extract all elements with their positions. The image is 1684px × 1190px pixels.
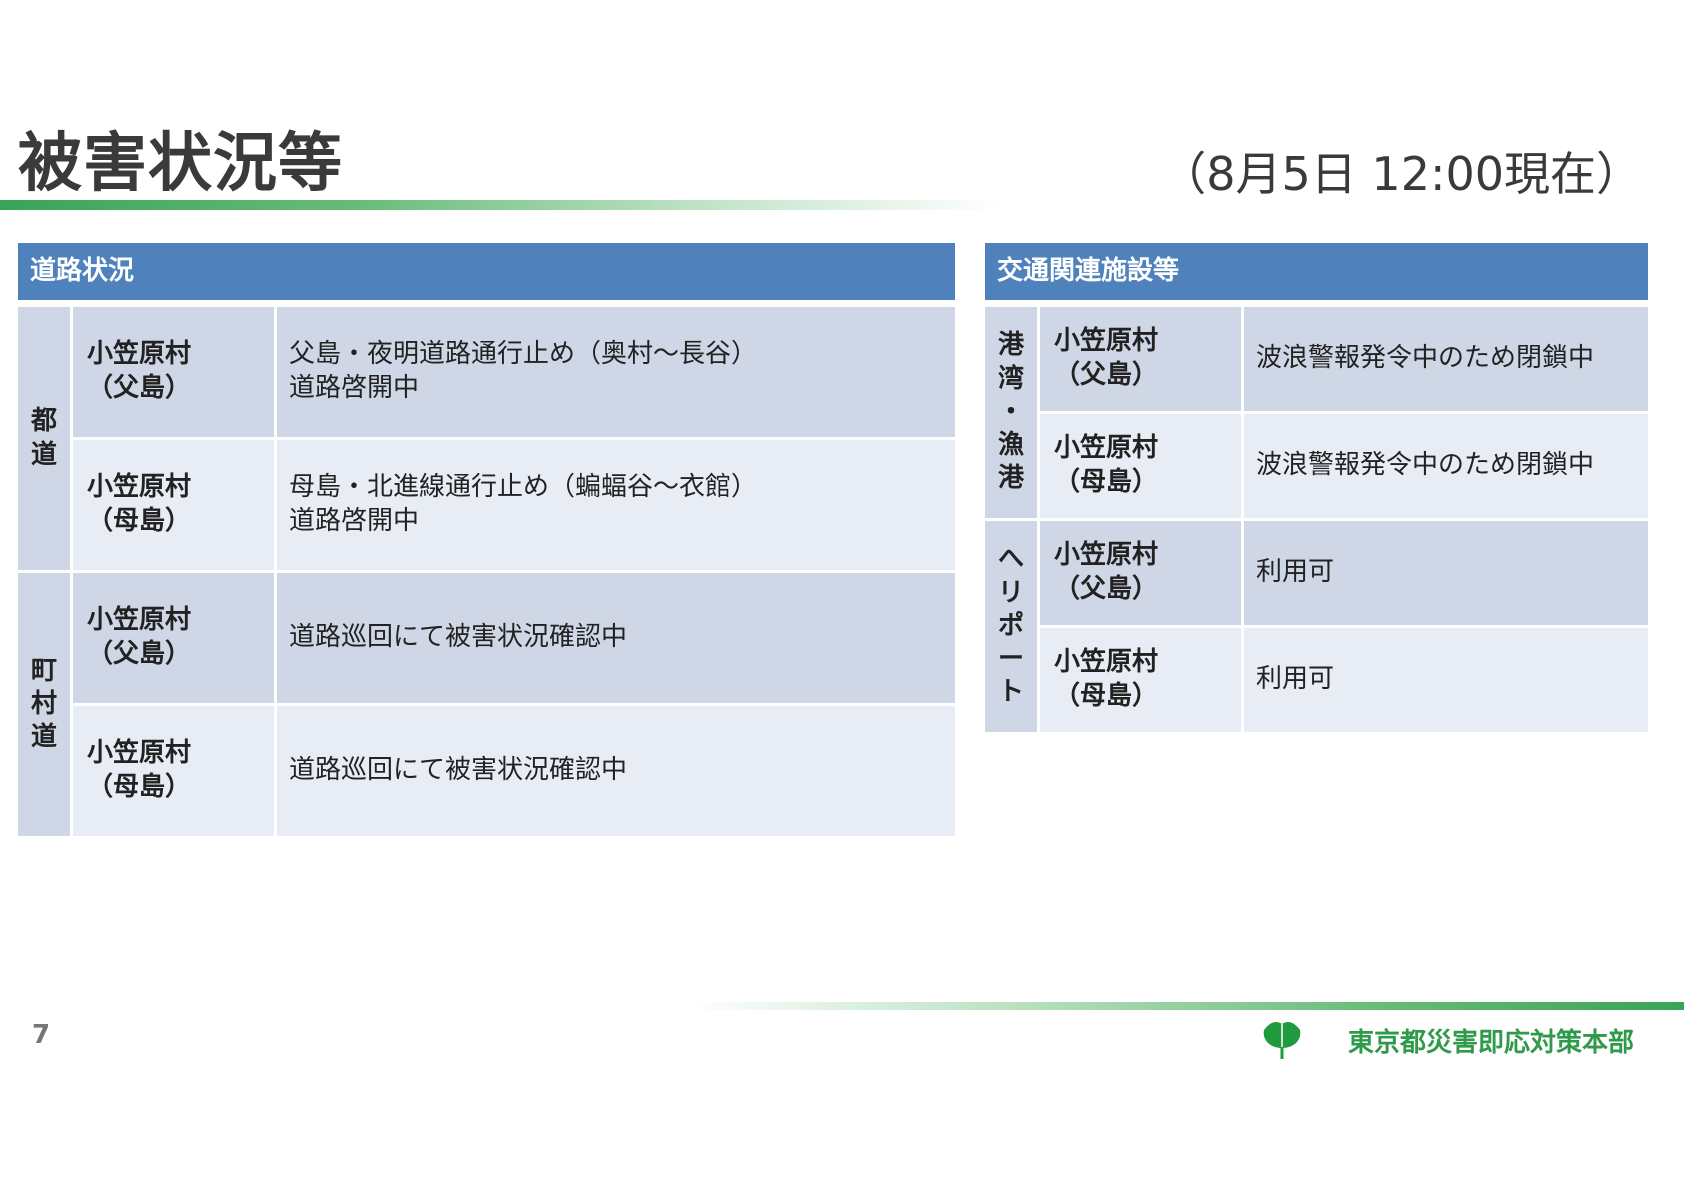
location-name: 小笠原村 <box>1054 540 1159 571</box>
status-cell: 利用可 <box>1244 521 1648 625</box>
category-cell: へ リ ポ ー ト <box>985 521 1037 732</box>
table-row: 小笠原村 （母島） 利用可 <box>985 628 1648 732</box>
table-row: 小笠原村 （母島） 道路巡回にて被害状況確認中 <box>18 706 955 836</box>
category-char: ポ <box>997 610 1024 641</box>
category-char: ー <box>997 644 1024 675</box>
table-row: へ リ ポ ー ト 小笠原村 （父島） 利用可 <box>985 521 1648 732</box>
status-cell: 道路巡回にて被害状況確認中 <box>277 573 955 703</box>
road-status-panel: 道路状況 都 道 小笠原村 （父島） 父島・夜明道路通行止め（奥村～長谷） 道路… <box>18 243 955 839</box>
location-sub: （父島） <box>87 373 192 403</box>
location-sub: （母島） <box>87 506 192 536</box>
status-cell: 母島・北進線通行止め（蝙蝠谷～衣館） 道路啓開中 <box>277 440 955 570</box>
status-line: 父島・夜明道路通行止め（奥村～長谷） <box>289 339 758 370</box>
location-name: 小笠原村 <box>1054 647 1159 678</box>
location-name: 小笠原村 <box>1054 433 1159 464</box>
category-char: 町 <box>30 655 57 686</box>
table-row: 都 道 小笠原村 （父島） 父島・夜明道路通行止め（奥村～長谷） 道路啓開中 <box>18 307 955 570</box>
location-sub: （父島） <box>1054 574 1159 604</box>
footer-line <box>690 1002 1684 1010</box>
status-line: 波浪警報発令中のため閉鎖中 <box>1256 343 1595 374</box>
location-cell: 小笠原村 （母島） <box>1040 628 1241 732</box>
status-line: 波浪警報発令中のため閉鎖中 <box>1256 450 1595 481</box>
organization-name: 東京都災害即応対策本部 <box>1347 1028 1634 1058</box>
location-name: 小笠原村 <box>87 472 192 503</box>
status-cell: 利用可 <box>1244 628 1648 732</box>
status-line: 道路啓開中 <box>289 373 420 403</box>
location-name: 小笠原村 <box>87 605 192 636</box>
category-cell: 都 道 <box>18 307 70 570</box>
status-cell: 道路巡回にて被害状況確認中 <box>277 706 955 836</box>
status-cell: 波浪警報発令中のため閉鎖中 <box>1244 414 1648 518</box>
timestamp: （8月5日 12:00現在） <box>1160 147 1642 201</box>
status-line: 道路巡回にて被害状況確認中 <box>289 622 628 653</box>
location-sub: （母島） <box>1054 681 1159 711</box>
location-cell: 小笠原村 （父島） <box>1040 307 1241 411</box>
status-cell: 父島・夜明道路通行止め（奥村～長谷） 道路啓開中 <box>277 307 955 437</box>
status-line: 道路啓開中 <box>289 506 420 536</box>
status-line: 利用可 <box>1256 664 1335 695</box>
location-cell: 小笠原村 （父島） <box>73 307 274 437</box>
page-title: 被害状況等 <box>18 127 343 201</box>
location-cell: 小笠原村 （母島） <box>73 440 274 570</box>
category-char: 港 <box>997 463 1024 494</box>
ginkgo-logo-icon <box>1262 1018 1302 1060</box>
location-sub: （母島） <box>1054 467 1159 497</box>
status-line: 母島・北進線通行止め（蝙蝠谷～衣館） <box>289 472 758 503</box>
category-char: 湾 <box>997 363 1024 394</box>
table-row: 町 村 道 小笠原村 （父島） 道路巡回にて被害状況確認中 <box>18 573 955 836</box>
location-name: 小笠原村 <box>87 339 192 370</box>
location-cell: 小笠原村 （母島） <box>73 706 274 836</box>
location-cell: 小笠原村 （父島） <box>1040 521 1241 625</box>
page-number: 7 <box>32 1020 51 1050</box>
category-char: 村 <box>30 688 57 719</box>
status-line: 道路巡回にて被害状況確認中 <box>289 755 628 786</box>
table-row: 小笠原村 （母島） 母島・北進線通行止め（蝙蝠谷～衣館） 道路啓開中 <box>18 440 955 570</box>
title-underline <box>0 200 1000 210</box>
transport-table: 港 湾 ・ 漁 港 小笠原村 （父島） 波浪警報発令中のため閉鎖中 小笠原村 （… <box>982 304 1651 735</box>
category-char: 道 <box>30 722 57 753</box>
location-sub: （父島） <box>1054 360 1159 390</box>
category-char: リ <box>997 577 1024 608</box>
location-sub: （父島） <box>87 639 192 669</box>
category-char: 道 <box>30 439 57 470</box>
transport-header: 交通関連施設等 <box>985 243 1648 300</box>
road-status-header: 道路状況 <box>18 243 955 300</box>
category-char: 港 <box>997 330 1024 361</box>
category-char: 漁 <box>997 430 1024 461</box>
category-char: ト <box>997 677 1024 708</box>
table-row: 小笠原村 （母島） 波浪警報発令中のため閉鎖中 <box>985 414 1648 518</box>
location-name: 小笠原村 <box>1054 326 1159 357</box>
transport-panel: 交通関連施設等 港 湾 ・ 漁 港 小笠原村 （父島） 波浪警報発令中のため閉鎖… <box>985 243 1648 735</box>
road-status-table: 都 道 小笠原村 （父島） 父島・夜明道路通行止め（奥村～長谷） 道路啓開中 小… <box>15 304 958 839</box>
table-row: 港 湾 ・ 漁 港 小笠原村 （父島） 波浪警報発令中のため閉鎖中 <box>985 307 1648 518</box>
category-char: ・ <box>997 396 1024 427</box>
location-cell: 小笠原村 （父島） <box>73 573 274 703</box>
category-char: へ <box>997 544 1024 575</box>
status-cell: 波浪警報発令中のため閉鎖中 <box>1244 307 1648 411</box>
category-cell: 港 湾 ・ 漁 港 <box>985 307 1037 518</box>
status-line: 利用可 <box>1256 557 1335 588</box>
location-cell: 小笠原村 （母島） <box>1040 414 1241 518</box>
location-sub: （母島） <box>87 772 192 802</box>
category-char: 都 <box>30 406 57 437</box>
location-name: 小笠原村 <box>87 738 192 769</box>
category-cell: 町 村 道 <box>18 573 70 836</box>
